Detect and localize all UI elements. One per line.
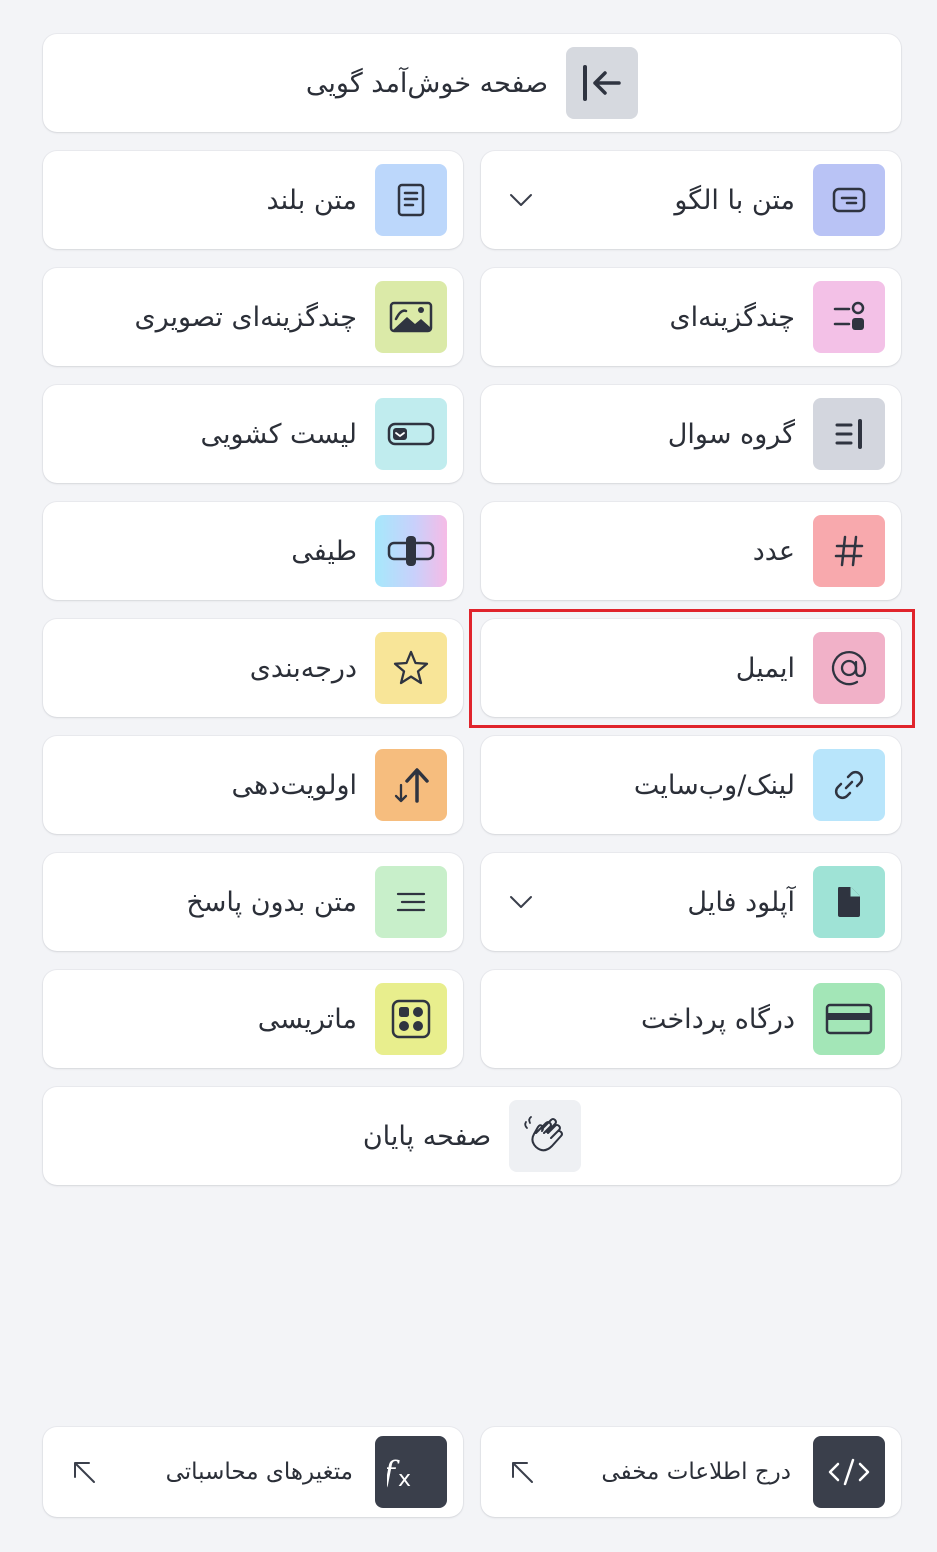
chevron-down-icon[interactable]	[507, 186, 535, 214]
end-page-item[interactable]: صفحه پایان	[43, 1087, 901, 1185]
payment-label: درگاه پرداخت	[640, 1003, 795, 1035]
number-label: عدد	[752, 535, 795, 567]
calculated-variables-label: متغیرهای محاسباتی	[165, 1458, 353, 1485]
svg-text:x: x	[398, 1467, 411, 1492]
credit-card-icon	[813, 983, 885, 1055]
long-text-label: متن بلند	[266, 184, 357, 216]
sort-arrows-icon	[375, 749, 447, 821]
multiple-choice-item[interactable]: چندگزینه‌ای	[481, 268, 901, 366]
file-upload-item[interactable]: آپلود فایل	[481, 853, 901, 951]
arrow-up-left-icon	[74, 1462, 95, 1483]
pattern-text-item[interactable]: متن با الگو	[481, 151, 901, 249]
welcome-page-item[interactable]: صفحه خوش‌آمد گویی	[43, 34, 901, 132]
file-icon	[813, 866, 885, 938]
at-sign-icon	[813, 632, 885, 704]
payment-item[interactable]: درگاه پرداخت	[481, 970, 901, 1068]
link-label: لینک/وب‌سایت	[633, 769, 795, 801]
end-page-label: صفحه پایان	[362, 1120, 492, 1152]
statement-item[interactable]: متن بدون پاسخ	[43, 853, 463, 951]
image-choice-icon	[375, 281, 447, 353]
chevron-down-icon[interactable]	[507, 888, 535, 916]
range-item[interactable]: طیفی	[43, 502, 463, 600]
welcome-page-label: صفحه خوش‌آمد گویی	[305, 67, 549, 99]
multiple-choice-label: چندگزینه‌ای	[669, 301, 795, 333]
matrix-grid-icon	[375, 983, 447, 1055]
long-text-item[interactable]: متن بلند	[43, 151, 463, 249]
statement-label: متن بدون پاسخ	[186, 886, 357, 918]
file-upload-label: آپلود فایل	[687, 886, 795, 918]
matrix-label: ماتریسی	[257, 1003, 357, 1035]
priority-item[interactable]: اولویت‌دهی	[43, 736, 463, 834]
email-item[interactable]: ایمیل	[481, 619, 901, 717]
hidden-fields-label: درج اطلاعات مخفی	[601, 1458, 791, 1485]
question-group-item[interactable]: گروه سوال	[481, 385, 901, 483]
matrix-item[interactable]: ماتریسی	[43, 970, 463, 1068]
image-choice-item[interactable]: چندگزینه‌ای تصویری	[43, 268, 463, 366]
hidden-fields-item[interactable]: درج اطلاعات مخفی	[481, 1427, 901, 1517]
long-text-icon	[375, 164, 447, 236]
email-label: ایمیل	[735, 652, 795, 684]
number-item[interactable]: عدد	[481, 502, 901, 600]
dropdown-list-label: لیست کشویی	[200, 418, 357, 450]
statement-lines-icon	[375, 866, 447, 938]
question-group-label: گروه سوال	[667, 418, 795, 450]
question-group-icon	[813, 398, 885, 470]
rating-label: درجه‌بندی	[249, 652, 357, 684]
dropdown-list-icon	[375, 398, 447, 470]
calculated-variables-item[interactable]: fx متغیرهای محاسباتی	[43, 1427, 463, 1517]
arrow-to-start-icon	[566, 47, 639, 119]
link-icon	[813, 749, 885, 821]
range-slider-icon	[375, 515, 447, 587]
image-choice-label: چندگزینه‌ای تصویری	[134, 301, 357, 333]
pattern-text-icon	[813, 164, 885, 236]
priority-label: اولویت‌دهی	[231, 769, 357, 801]
link-item[interactable]: لینک/وب‌سایت	[481, 736, 901, 834]
multiple-choice-icon	[813, 281, 885, 353]
code-icon	[813, 1436, 885, 1508]
dropdown-list-item[interactable]: لیست کشویی	[43, 385, 463, 483]
arrow-up-left-icon	[512, 1462, 533, 1483]
star-icon	[375, 632, 447, 704]
range-label: طیفی	[291, 535, 357, 567]
waving-hands-icon	[509, 1100, 582, 1172]
hash-icon	[813, 515, 885, 587]
pattern-text-label: متن با الگو	[674, 184, 795, 216]
function-fx-icon: fx	[375, 1436, 447, 1508]
rating-item[interactable]: درجه‌بندی	[43, 619, 463, 717]
